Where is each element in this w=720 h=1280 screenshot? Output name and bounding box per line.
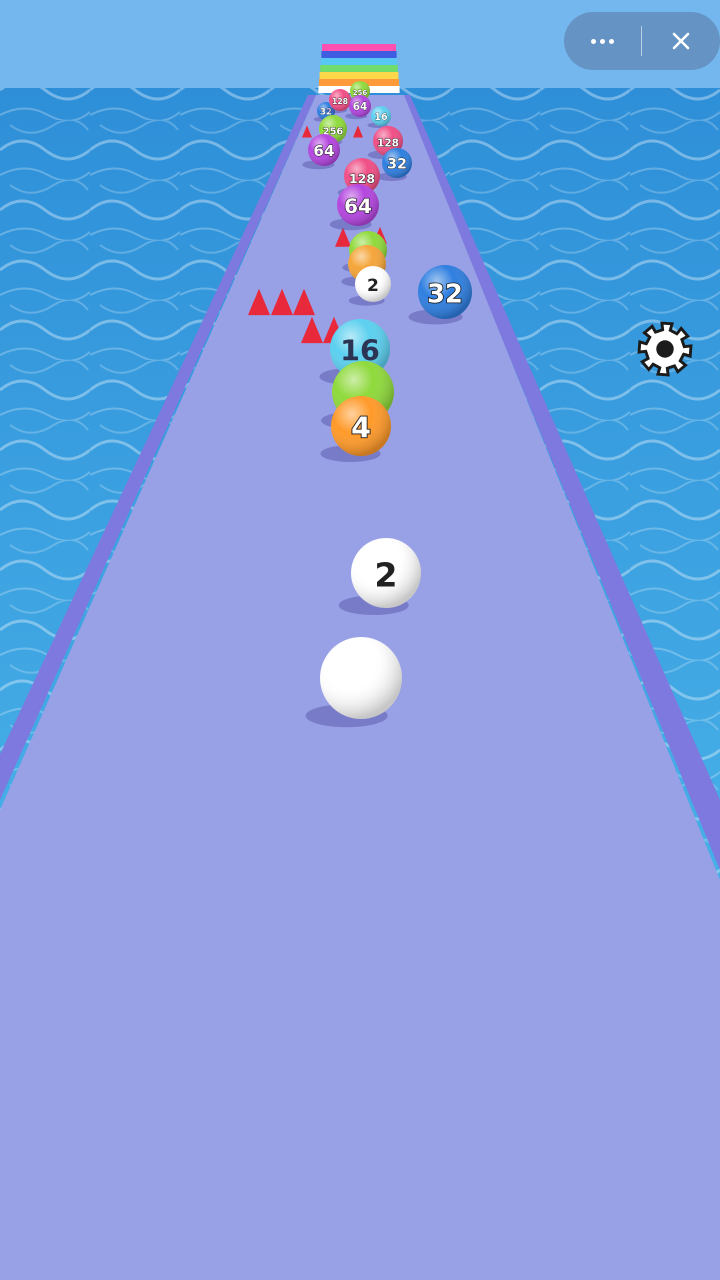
ball-number: 2 (374, 555, 397, 594)
ball-number: 64 (353, 101, 368, 113)
finish-stripe (320, 65, 398, 72)
mini-program-capsule (564, 12, 720, 70)
more-dots-icon (591, 38, 614, 44)
finish-stripe (320, 58, 398, 65)
gear-icon[interactable] (634, 318, 696, 380)
gear-hole (656, 340, 674, 358)
more-button[interactable] (564, 12, 641, 70)
ball-number: 64 (344, 194, 372, 218)
finish-stripe (322, 44, 396, 51)
close-button[interactable] (642, 12, 719, 70)
close-icon (672, 32, 689, 50)
ball-number: 128 (349, 171, 375, 186)
ball-number: 2 (367, 276, 379, 296)
ball-number: 64 (313, 142, 334, 160)
ball-number: 128 (332, 97, 348, 106)
ball-number: 16 (374, 112, 388, 123)
finish-stripe (319, 72, 399, 79)
ball-number: 128 (377, 138, 399, 150)
game-scene[interactable]: 25632128 64162561286432128642 321642 (0, 0, 720, 1280)
ball-number: 32 (387, 157, 407, 173)
ball-shine (320, 637, 402, 719)
finish-stripe (321, 51, 397, 58)
ball-number: 32 (427, 279, 463, 309)
ball-number: 4 (351, 411, 371, 444)
